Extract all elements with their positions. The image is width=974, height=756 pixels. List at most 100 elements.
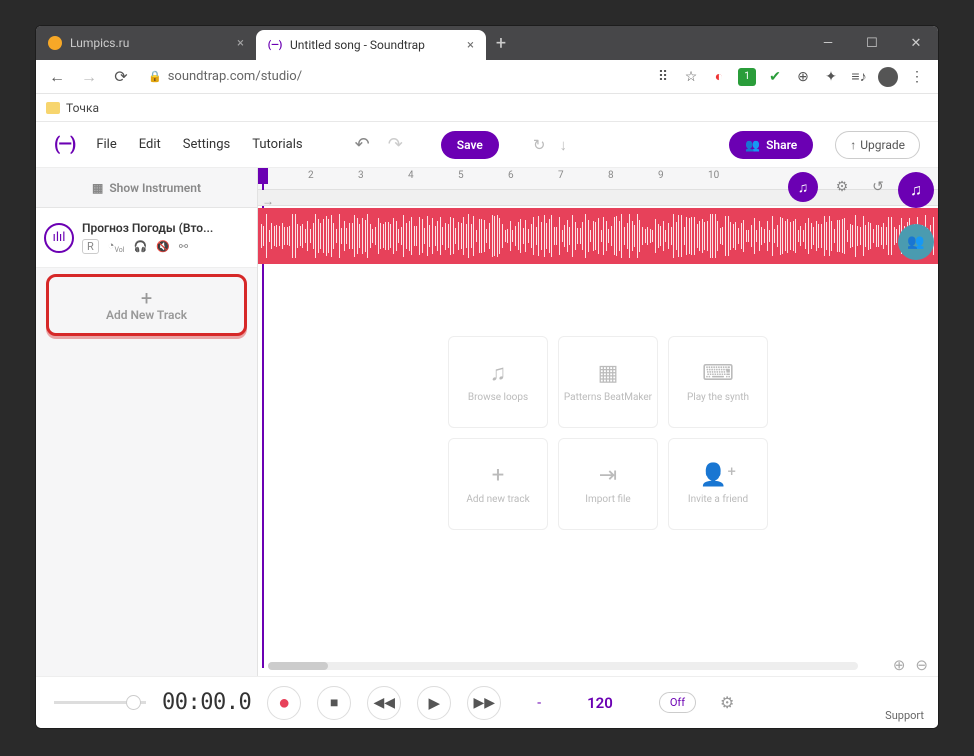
bookmark-item[interactable]: Точка bbox=[66, 101, 99, 115]
keyboard-icon: ⌨ bbox=[702, 361, 734, 386]
slider-knob[interactable] bbox=[126, 695, 141, 710]
record-arm[interactable]: R bbox=[82, 239, 99, 254]
track-controls: R ◔Vol 🎧 🔇 ⚯ bbox=[82, 239, 249, 254]
add-new-track-button[interactable]: + Add New Track bbox=[46, 274, 247, 336]
support-link[interactable]: Support bbox=[885, 709, 924, 722]
quick-actions: ♫Browse loops ▦Patterns BeatMaker ⌨Play … bbox=[448, 336, 768, 530]
maximize-button[interactable]: ☐ bbox=[850, 26, 894, 60]
timecode: 00:00.0 bbox=[162, 690, 251, 715]
ruler-mark: 9 bbox=[658, 170, 664, 181]
download-icon[interactable]: ↓ bbox=[559, 136, 567, 154]
zoom-controls: ⊕ ⊖ bbox=[893, 656, 928, 674]
reload-button[interactable]: ⟳ bbox=[108, 64, 134, 90]
refresh-icon[interactable]: ↻ bbox=[533, 136, 546, 154]
translate-icon[interactable]: ⠿ bbox=[654, 68, 672, 86]
gear-icon[interactable]: ⚙ bbox=[830, 175, 854, 199]
extensions-icon[interactable]: ✦ bbox=[822, 68, 840, 86]
scroll-thumb[interactable] bbox=[268, 662, 328, 670]
ruler-mark: 10 bbox=[708, 170, 719, 181]
ext-check[interactable]: ✔ bbox=[766, 68, 784, 86]
address-bar[interactable]: 🔒 soundtrap.com/studio/ bbox=[140, 69, 648, 84]
gear-icon[interactable]: ⚙ bbox=[720, 693, 734, 712]
favicon-lumpics bbox=[48, 36, 62, 50]
loops-panel-button[interactable]: ♫ bbox=[788, 172, 818, 202]
close-icon[interactable]: × bbox=[237, 36, 244, 51]
upgrade-button[interactable]: ↑Upgrade bbox=[835, 131, 920, 159]
history-icon[interactable]: ↺ bbox=[866, 175, 890, 199]
person-icon: 👤⁺ bbox=[700, 463, 736, 488]
address-row: ← → ⟳ 🔒 soundtrap.com/studio/ ⠿ ☆ ◐ 1 ✔ … bbox=[36, 60, 938, 94]
redo-button[interactable]: ↷ bbox=[388, 134, 403, 155]
forward-button[interactable]: → bbox=[76, 64, 102, 90]
loop-toggle[interactable]: Off bbox=[659, 692, 696, 713]
menu-edit[interactable]: Edit bbox=[139, 137, 161, 152]
headphones-icon[interactable]: 🎧 bbox=[133, 240, 147, 253]
piano-icon: ▦ bbox=[92, 181, 103, 195]
tab-soundtrap[interactable]: (—) Untitled song - Soundtrap × bbox=[256, 30, 486, 60]
zoom-out-icon[interactable]: ⊖ bbox=[915, 656, 928, 674]
share-button[interactable]: 👥Share bbox=[729, 131, 813, 159]
card-synth[interactable]: ⌨Play the synth bbox=[668, 336, 768, 428]
app-body: ▦ Show Instrument ılıl Прогноз Погоды (В… bbox=[36, 168, 938, 676]
ruler-mark: 3 bbox=[358, 170, 364, 181]
stop-button[interactable]: ■ bbox=[317, 686, 351, 720]
undo-button[interactable]: ↶ bbox=[355, 134, 370, 155]
card-invite[interactable]: 👤⁺Invite a friend bbox=[668, 438, 768, 530]
music-icon: ♫ bbox=[490, 360, 507, 386]
ruler-mark: 2 bbox=[308, 170, 314, 181]
upload-icon: ↑ bbox=[850, 138, 856, 152]
ruler-mark: 6 bbox=[508, 170, 514, 181]
card-add-track[interactable]: +Add new track bbox=[448, 438, 548, 530]
titlebar: Lumpics.ru × (—) Untitled song - Soundtr… bbox=[36, 26, 938, 60]
back-button[interactable]: ← bbox=[44, 64, 70, 90]
menu-tutorials[interactable]: Tutorials bbox=[252, 137, 302, 152]
horizontal-scrollbar[interactable] bbox=[268, 662, 858, 670]
close-icon[interactable]: × bbox=[467, 38, 474, 53]
new-tab-button[interactable]: + bbox=[486, 26, 516, 60]
record-button[interactable]: ● bbox=[267, 686, 301, 720]
volume-knob[interactable]: ◔Vol bbox=[108, 239, 125, 254]
card-import[interactable]: ⇥Import file bbox=[558, 438, 658, 530]
tab-lumpics[interactable]: Lumpics.ru × bbox=[36, 26, 256, 60]
url-text: soundtrap.com/studio/ bbox=[168, 69, 302, 84]
show-instrument-button[interactable]: ▦ Show Instrument bbox=[36, 168, 257, 208]
volume-slider[interactable] bbox=[54, 701, 146, 704]
zoom-in-icon[interactable]: ⊕ bbox=[893, 656, 906, 674]
avatar[interactable] bbox=[878, 67, 898, 87]
ext-icon[interactable]: ◐ bbox=[710, 68, 728, 86]
tab-title: Lumpics.ru bbox=[70, 36, 129, 50]
timeline[interactable]: 2 3 4 5 6 7 8 9 10 ♫ ⚙ ↺ bbox=[258, 168, 938, 676]
menu-icon[interactable]: ⋮ bbox=[908, 68, 926, 86]
music-float-button[interactable]: ♫ bbox=[898, 172, 934, 208]
app-logo[interactable]: (—) bbox=[54, 134, 74, 155]
track-header[interactable]: ılıl Прогноз Погоды (Вто... R ◔Vol 🎧 🔇 ⚯ bbox=[36, 208, 257, 268]
audio-clip[interactable] bbox=[258, 208, 938, 264]
mute-icon[interactable]: 🔇 bbox=[156, 240, 170, 253]
save-button[interactable]: Save bbox=[441, 131, 499, 159]
window-controls: — ☐ ✕ bbox=[806, 26, 938, 60]
key-display[interactable]: - bbox=[537, 695, 541, 711]
import-icon: ⇥ bbox=[599, 463, 617, 488]
star-icon[interactable]: ☆ bbox=[682, 68, 700, 86]
menu-settings[interactable]: Settings bbox=[183, 137, 230, 152]
grid-icon: ▦ bbox=[598, 361, 619, 386]
ext-badge[interactable]: 1 bbox=[738, 68, 756, 86]
playlist-icon[interactable]: ≡♪ bbox=[850, 68, 868, 86]
minimize-button[interactable]: — bbox=[806, 26, 850, 60]
card-browse-loops[interactable]: ♫Browse loops bbox=[448, 336, 548, 428]
transport-bar: 00:00.0 ● ■ ◀◀ ▶ ▶▶ - 120 Off ⚙ Support bbox=[36, 676, 938, 728]
fx-icon[interactable]: ⚯ bbox=[179, 240, 188, 253]
menu-file[interactable]: File bbox=[96, 137, 116, 152]
ext-globe[interactable]: ⊕ bbox=[794, 68, 812, 86]
play-button[interactable]: ▶ bbox=[417, 686, 451, 720]
collab-float-button[interactable]: 👥 bbox=[898, 224, 934, 260]
extension-icons: ⠿ ☆ ◐ 1 ✔ ⊕ ✦ ≡♪ ⋮ bbox=[654, 67, 930, 87]
close-button[interactable]: ✕ bbox=[894, 26, 938, 60]
forward-button[interactable]: ▶▶ bbox=[467, 686, 501, 720]
rewind-button[interactable]: ◀◀ bbox=[367, 686, 401, 720]
bpm-display[interactable]: 120 bbox=[587, 694, 613, 712]
card-patterns[interactable]: ▦Patterns BeatMaker bbox=[558, 336, 658, 428]
track-icon: ılıl bbox=[44, 223, 74, 253]
ruler-mark: 5 bbox=[458, 170, 464, 181]
top-icons: ↻ ↓ bbox=[533, 136, 567, 154]
